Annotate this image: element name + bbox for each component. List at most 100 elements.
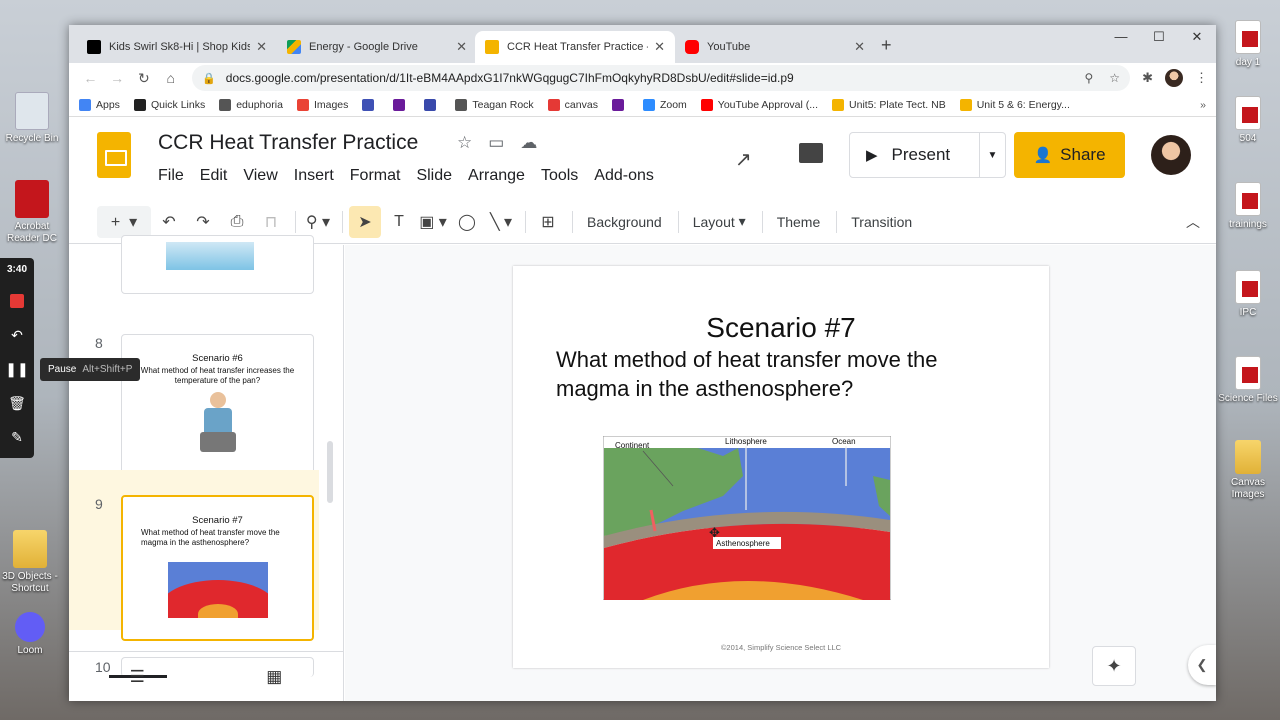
desktop-icon[interactable]: 3D Objects - Shortcut — [0, 530, 60, 594]
desktop-icon[interactable]: day 1 — [1218, 20, 1278, 69]
menu-file[interactable]: File — [158, 167, 184, 185]
menu-add-ons[interactable]: Add-ons — [594, 167, 654, 185]
select-cursor-icon[interactable]: ➤ — [349, 205, 381, 238]
desktop-icon[interactable]: Science Files — [1218, 356, 1278, 405]
slide-thumbnail[interactable] — [121, 235, 314, 294]
account-avatar[interactable] — [1151, 135, 1191, 175]
bookmark-item[interactable]: YouTube Approval (... — [700, 98, 818, 111]
move-folder-icon[interactable]: ▭ — [488, 133, 504, 153]
desktop-icon[interactable]: Canvas Images — [1218, 440, 1278, 500]
earth-layers-diagram[interactable]: Continent Lithosphere Ocean Asthenospher… — [603, 436, 891, 600]
shape-icon[interactable]: ◯ — [451, 206, 483, 238]
undo-icon[interactable]: ↶ — [153, 206, 185, 238]
image-icon[interactable]: ▣ ▾ — [417, 206, 449, 238]
comments-icon[interactable] — [799, 143, 823, 163]
desktop-icon[interactable]: trainings — [1218, 182, 1278, 231]
current-slide[interactable]: Scenario #7 What method of heat transfer… — [513, 266, 1049, 668]
reload-button[interactable]: ↻ — [131, 70, 158, 87]
tab-kids-swirl[interactable]: Kids Swirl Sk8-Hi | Shop Kids Sho ✕ — [77, 31, 277, 63]
menu-tools[interactable]: Tools — [541, 167, 578, 185]
share-button[interactable]: 👤 Share — [1014, 132, 1125, 178]
draw-button[interactable]: ✎ — [0, 420, 34, 454]
zoom-icon[interactable]: ⚲ ▾ — [302, 206, 334, 238]
menu-arrange[interactable]: Arrange — [468, 167, 525, 185]
back-button[interactable]: ← — [77, 70, 104, 86]
comment-add-icon[interactable]: ⊞ — [532, 206, 564, 238]
side-panel-toggle[interactable]: ❮ — [1188, 645, 1216, 685]
line-icon[interactable]: ╲ ▾ — [485, 206, 517, 238]
background-button[interactable]: Background — [579, 206, 670, 238]
bookmark-item[interactable]: eduphoria — [219, 98, 283, 111]
stop-recording-button[interactable] — [0, 284, 34, 318]
tab-ccr-heat-transfer[interactable]: CCR Heat Transfer Practice - Goo ✕ — [475, 31, 675, 63]
activity-dashboard-icon[interactable]: ↗ — [735, 147, 752, 172]
theme-button[interactable]: Theme — [769, 206, 829, 238]
new-tab-button[interactable]: + — [881, 35, 892, 56]
cloud-status-icon[interactable]: ☁ — [520, 133, 537, 153]
menu-slide[interactable]: Slide — [416, 167, 452, 185]
bookmark-item[interactable]: Teagan Rock — [455, 98, 534, 111]
menu-insert[interactable]: Insert — [294, 167, 334, 185]
menu-view[interactable]: View — [243, 167, 277, 185]
tab-energy-drive[interactable]: Energy - Google Drive ✕ — [277, 31, 477, 63]
address-bar[interactable]: 🔒 docs.google.com/presentation/d/1It-eBM… — [192, 65, 1131, 91]
pause-button[interactable]: ❚❚ — [0, 352, 34, 386]
maximize-button[interactable]: ☐ — [1140, 29, 1178, 45]
delete-button[interactable]: 🗑 — [0, 386, 34, 420]
bookmark-item[interactable]: canvas — [547, 98, 598, 111]
desktop-icon[interactable]: Recycle Bin — [2, 92, 62, 145]
forward-button[interactable]: → — [104, 70, 131, 86]
profile-avatar[interactable] — [1164, 69, 1183, 87]
transition-button[interactable]: Transition — [843, 206, 920, 238]
slide-question[interactable]: What method of heat transfer move the ma… — [556, 346, 1016, 403]
undo-button[interactable]: ↶ — [0, 318, 34, 352]
bookmark-item[interactable] — [393, 98, 410, 111]
desktop-icon[interactable]: Acrobat Reader DC — [2, 180, 62, 244]
bookmark-item[interactable]: Apps — [79, 98, 120, 111]
bookmark-item[interactable]: Unit5: Plate Tect. NB — [832, 98, 946, 111]
redo-icon[interactable]: ↷ — [187, 206, 219, 238]
bookmark-star-icon[interactable]: ☆ — [1109, 71, 1120, 85]
bookmark-item[interactable]: Unit 5 & 6: Energy... — [959, 98, 1070, 111]
new-slide-button[interactable]: + ▾ — [97, 205, 151, 238]
document-title[interactable]: CCR Heat Transfer Practice — [158, 131, 418, 155]
text-box-icon[interactable]: T — [383, 206, 415, 238]
menu-format[interactable]: Format — [350, 167, 401, 185]
home-button[interactable]: ⌂ — [157, 70, 184, 86]
zoom-icon[interactable]: ⚲ — [1085, 71, 1094, 85]
present-options-button[interactable]: ▼ — [979, 133, 1005, 177]
extensions-icon[interactable]: ✱ — [1142, 70, 1153, 86]
close-icon[interactable]: ✕ — [456, 39, 467, 55]
bookmark-item[interactable] — [611, 98, 629, 111]
grid-view-icon[interactable]: ▦ — [266, 667, 282, 687]
collapse-toolbar-icon[interactable]: ︿ — [1186, 212, 1200, 232]
menu-edit[interactable]: Edit — [200, 167, 228, 185]
slide-thumbnail-active[interactable]: Scenario #7 What method of heat transfer… — [121, 495, 314, 641]
desktop-icon[interactable]: IPC — [1218, 270, 1278, 319]
filmstrip-scrollbar[interactable] — [327, 441, 333, 503]
bookmark-item[interactable]: Quick Links — [133, 98, 205, 111]
browser-menu-icon[interactable]: ⋮ — [1195, 70, 1208, 86]
close-icon[interactable]: ✕ — [256, 39, 267, 55]
bookmark-item[interactable]: Images — [296, 98, 348, 111]
bookmark-item[interactable] — [362, 98, 379, 111]
star-icon[interactable]: ☆ — [457, 133, 472, 153]
paint-format-icon[interactable]: ⊓ — [255, 206, 287, 238]
close-icon[interactable]: ✕ — [854, 39, 865, 55]
desktop-icon[interactable]: Loom — [0, 612, 60, 657]
explore-button[interactable]: ✦ — [1092, 646, 1136, 686]
bookmark-item[interactable] — [424, 98, 441, 111]
layout-button[interactable]: Layout ▾ — [685, 206, 754, 238]
minimize-button[interactable]: — — [1102, 29, 1140, 45]
bookmark-item[interactable]: Zoom — [642, 98, 687, 111]
tab-youtube[interactable]: YouTube ✕ — [675, 31, 875, 63]
close-window-button[interactable]: ✕ — [1178, 29, 1216, 45]
close-icon[interactable]: ✕ — [654, 39, 665, 55]
print-icon[interactable]: ⎙ — [221, 206, 253, 238]
slide-thumbnail[interactable]: Scenario #6 What method of heat transfer… — [121, 334, 314, 480]
present-button[interactable]: ▶ Present ▼ — [849, 132, 1006, 178]
bookmarks-overflow-icon[interactable]: » — [1200, 99, 1206, 111]
list-view-icon[interactable]: ☰ — [130, 667, 145, 687]
slide-title[interactable]: Scenario #7 — [513, 312, 1049, 344]
slides-logo-icon[interactable] — [97, 132, 131, 178]
